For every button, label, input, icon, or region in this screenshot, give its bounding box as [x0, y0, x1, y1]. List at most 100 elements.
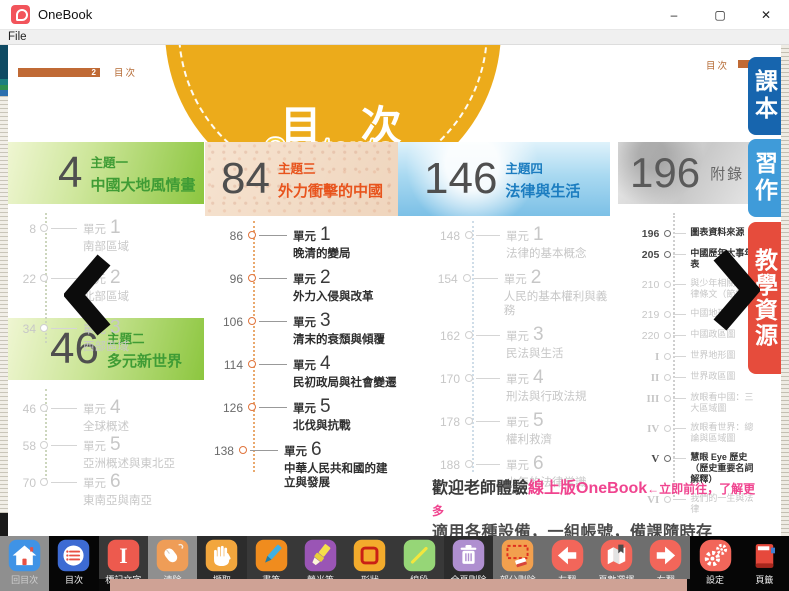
line-icon: [402, 538, 437, 573]
unit-marker-circle-icon: [248, 317, 256, 325]
unit-title: 晚清的變局: [293, 247, 351, 261]
close-button[interactable]: ✕: [743, 0, 789, 30]
appendix-item-page: 196: [618, 227, 659, 240]
toc-unit-row[interactable]: 178 單元5 權利救濟: [430, 412, 610, 447]
shape-icon: [352, 538, 387, 573]
appendix-connector-line: [673, 284, 686, 285]
toolbar-trash-button[interactable]: 全頁刪除: [444, 536, 493, 579]
unit-page-number: 34: [8, 319, 36, 336]
appendix-row[interactable]: II 世界政區圖: [618, 371, 755, 384]
toc-unit-row[interactable]: 96 單元2 外力入侵與改革: [205, 269, 398, 304]
toc-unit-row[interactable]: 148 單元1 法律的基本概念: [430, 226, 610, 261]
unit-marker-circle-icon: [40, 274, 48, 282]
appendix-banner[interactable]: 196 附錄: [618, 142, 755, 204]
tool-label: 目次: [65, 573, 83, 586]
tool-label: 頁籤: [755, 573, 773, 586]
toolbar-bookmark-button[interactable]: 頁籤: [740, 536, 789, 591]
toc-icon: [56, 538, 91, 573]
unit-marker-circle-icon: [465, 417, 473, 425]
appendix-marker-circle-icon: [664, 425, 671, 432]
unit-marker-circle-icon: [463, 274, 471, 282]
toolbar-line-button[interactable]: 線段: [395, 536, 444, 579]
appendix-row[interactable]: III 放眼看中國：三大區域圖: [618, 392, 755, 414]
theme-banner-3[interactable]: 84 主題三 外力衝擊的中國: [205, 142, 398, 216]
appendix-marker-circle-icon: [664, 230, 671, 237]
next-page-chevron-icon[interactable]: [710, 248, 760, 337]
unit-connector-line: [474, 278, 498, 279]
toolbar-pen-button[interactable]: 畫筆: [247, 536, 296, 579]
unit-title: 民法與生活: [506, 347, 564, 361]
appendix-item-page: IV: [618, 422, 659, 435]
appendix-marker-circle-icon: [664, 332, 671, 339]
highlighter-icon: [303, 538, 338, 573]
appendix-row[interactable]: IV 放眼看世界：總論與區域圖: [618, 422, 755, 444]
theme-banner-1[interactable]: 4 主題一 中國大地風情畫: [8, 142, 204, 204]
appendix-connector-line: [673, 356, 686, 357]
unit-page-number: 162: [430, 326, 460, 343]
unit-word: 單元: [293, 360, 316, 372]
toc-unit-row[interactable]: 138 單元6 中華人民共和國的建立與發展: [205, 441, 398, 490]
appendix-marker-circle-icon: [664, 455, 671, 462]
promo-link[interactable]: 線上版OneBook: [528, 480, 647, 497]
toc-unit-row[interactable]: 126 單元5 北伐與抗戰: [205, 398, 398, 433]
unit-connector-line: [51, 408, 77, 409]
bookmark-icon: [747, 538, 782, 573]
theme-banner-4[interactable]: 146 主題四 法律與生活: [398, 142, 610, 216]
toc-unit-row[interactable]: 106 單元3 清末的衰頹與傾覆: [205, 312, 398, 347]
toc-unit-row[interactable]: 58 單元5 亞洲概述與東北亞: [8, 436, 204, 471]
toolbar-gear-button[interactable]: 設定: [690, 536, 739, 591]
previous-page-chevron-icon[interactable]: [64, 253, 114, 342]
toolbar-page-select-button[interactable]: 頁數選擇: [592, 536, 641, 579]
toc-unit-row[interactable]: 86 單元1 晚清的變局: [205, 226, 398, 261]
maximize-button[interactable]: ▢: [697, 0, 743, 30]
unit-page-number: 96: [205, 269, 243, 286]
unit-number: 2: [320, 267, 331, 288]
unit-connector-line: [259, 407, 287, 408]
appendix-row[interactable]: I 世界地形圖: [618, 350, 755, 363]
appendix-row[interactable]: 196 圖表資料來源: [618, 227, 755, 240]
side-tab-0[interactable]: 課本: [748, 57, 781, 135]
toc-unit-row[interactable]: 154 單元2 人民的基本權利與義務: [430, 269, 610, 318]
toolbar-shape-button[interactable]: 形狀: [345, 536, 394, 579]
unit-number: 2: [531, 267, 542, 288]
toolbar-home-button[interactable]: 回目次: [0, 536, 49, 591]
unit-word: 單元: [293, 403, 316, 415]
toc-unit-row[interactable]: 114 單元4 民初政局與社會變遷: [205, 355, 398, 390]
toc-unit-row[interactable]: 170 單元4 刑法與行政法規: [430, 369, 610, 404]
toc-unit-row[interactable]: 46 單元4 全球概述: [8, 399, 204, 434]
toc-page: 2 目次 目次 目 次 Contents 4 主題一 中國大地風情畫 46 主題…: [8, 45, 755, 536]
eraser-icon: [155, 538, 190, 573]
minimize-button[interactable]: –: [651, 0, 697, 30]
toolbar-highlighter-button[interactable]: 螢光筆: [296, 536, 345, 579]
unit-word: 單元: [284, 446, 307, 458]
appendix-connector-line: [673, 377, 686, 378]
toolbar-arrow-left-button[interactable]: 左翻: [542, 536, 591, 579]
unit-word: 單元: [506, 231, 529, 243]
unit-number: 3: [533, 324, 544, 345]
toc-unit-row[interactable]: 162 單元3 民法與生活: [430, 326, 610, 361]
menu-file[interactable]: File: [8, 31, 27, 43]
unit-word: 單元: [83, 404, 106, 416]
unit-connector-line: [259, 278, 287, 279]
unit-title: 東南亞與南亞: [83, 494, 152, 508]
unit-word: 單元: [504, 274, 527, 286]
page-header-label-left: 目次: [114, 65, 137, 79]
toolbar-arrow-right-button[interactable]: 右翻: [641, 536, 690, 579]
toolbar-toc-button[interactable]: 目次: [49, 536, 98, 591]
side-tab-1[interactable]: 習作: [748, 139, 781, 217]
hand-icon: [204, 538, 239, 573]
unit-page-number: 8: [8, 219, 36, 236]
unit-title: 西部區域: [83, 340, 129, 354]
toolbar-text-mark-button[interactable]: 標記文字: [99, 536, 148, 579]
toolbar-partial-erase-button[interactable]: 部分刪除: [493, 536, 542, 579]
theme-title: 中國大地風情畫: [90, 174, 195, 195]
toolbar-hand-button[interactable]: 擷取: [197, 536, 246, 579]
unit-title: 南部區域: [83, 240, 129, 254]
unit-word: 單元: [83, 441, 106, 453]
theme-page-number: 4: [58, 151, 82, 195]
unit-page-number: 148: [430, 226, 460, 243]
appendix-connector-line: [673, 254, 686, 255]
toc-unit-row[interactable]: 70 單元6 東南亞與南亞: [8, 473, 204, 508]
unit-connector-line: [51, 228, 77, 229]
toc-unit-row[interactable]: 8 單元1 南部區域: [8, 219, 204, 254]
